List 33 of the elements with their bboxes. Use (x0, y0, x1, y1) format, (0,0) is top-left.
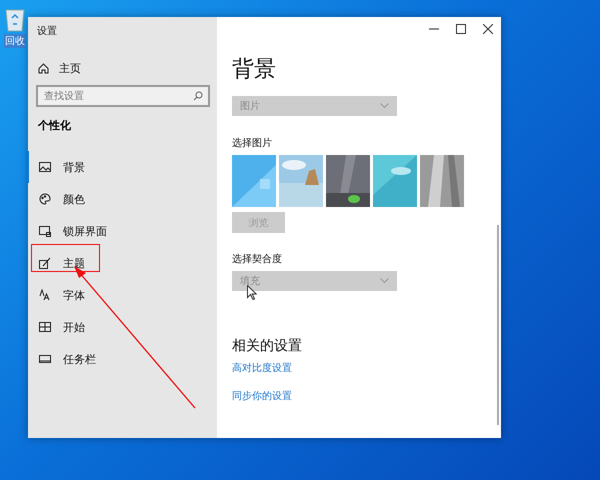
mouse-cursor-icon (247, 285, 257, 300)
start-icon (39, 321, 51, 333)
sidebar-item[interactable]: 开始 (26, 311, 217, 343)
brush-icon (39, 257, 51, 269)
maximize-icon[interactable] (456, 24, 466, 34)
section-heading: 个性化 (38, 118, 71, 133)
chevron-down-icon (380, 278, 389, 284)
font-icon (39, 289, 51, 301)
settings-link[interactable]: 同步你的设置 (232, 389, 292, 403)
home-link[interactable]: 主页 (59, 61, 81, 76)
field-label: 选择契合度 (232, 252, 282, 266)
settings-link[interactable]: 高对比度设置 (232, 361, 292, 375)
page-title: 背景 (232, 56, 276, 84)
chevron-down-icon (380, 103, 389, 109)
highlight-rectangle (31, 244, 100, 272)
close-icon[interactable] (482, 24, 492, 34)
window-title: 设置 (37, 24, 57, 38)
sidebar-item[interactable]: 主题 (26, 247, 217, 279)
field-label: 选择图片 (232, 136, 272, 150)
desktop-icon-label: 回收 (4, 34, 26, 48)
picture-icon (39, 161, 51, 173)
sidebar-item[interactable]: 颜色 (26, 183, 217, 215)
search-icon (193, 91, 203, 101)
sidebar-item[interactable]: 背景 (26, 151, 217, 183)
sidebar-item[interactable]: 字体 (26, 279, 217, 311)
palette-icon (39, 193, 51, 205)
lock-screen-icon (39, 225, 51, 237)
search-field[interactable]: 查找设置 (36, 85, 210, 107)
sidebar-item[interactable]: 任务栏 (26, 343, 217, 375)
section-heading: 相关的设置 (232, 337, 302, 355)
taskbar-icon (39, 353, 51, 365)
home-icon[interactable] (38, 63, 49, 74)
sidebar-item[interactable]: 锁屏界面 (26, 215, 217, 247)
